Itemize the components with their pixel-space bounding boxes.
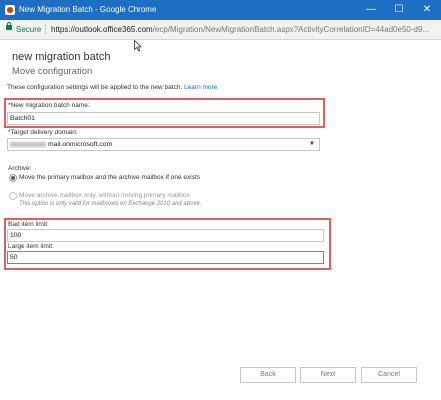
address-bar[interactable]: Secure https://outlook.office365.com/ecp… (0, 20, 441, 40)
archive-label: Archive: (8, 165, 32, 172)
browser-page-icon (5, 5, 15, 15)
url-path: /ecp/Migration/NewMigrationBatch.aspx?Ac… (152, 25, 430, 34)
learn-more-link[interactable]: Learn more (184, 84, 217, 91)
url-host: https://outlook.office365.com (51, 25, 153, 34)
archive-option-1-label[interactable]: Move the primary mailbox and the archive… (19, 173, 200, 182)
back-button[interactable]: Back (240, 367, 296, 383)
archive-option-1-radio[interactable] (9, 174, 17, 182)
page-title: new migration batch (12, 51, 111, 63)
archive-option-2-radio[interactable] (9, 192, 17, 200)
address-separator (45, 24, 46, 35)
window-title: New Migration Batch - Google Chrome (19, 5, 157, 14)
cancel-button[interactable]: Cancel (361, 367, 417, 383)
archive-option-2-note: This option is only valid for mailboxes … (19, 201, 202, 207)
maximize-button[interactable]: ☐ (385, 0, 413, 20)
archive-option-2-label[interactable]: Move archive mailbox only, without movin… (19, 191, 190, 200)
intro-sentence: These configuration settings will be app… (7, 84, 183, 91)
redacted-domain-prefix (10, 142, 46, 147)
delivery-domain-label: *Target delivery domain: (8, 129, 78, 136)
dropdown-arrow-icon: ▼ (309, 141, 315, 147)
batch-name-highlight (4, 98, 325, 128)
close-button[interactable]: ✕ (413, 0, 441, 20)
item-limits-highlight (4, 218, 331, 270)
lock-icon[interactable] (6, 22, 12, 30)
delivery-domain-dropdown[interactable]: mail.onmicrosoft.com ▼ (7, 138, 320, 151)
window-titlebar: New Migration Batch - Google Chrome — ☐ … (0, 0, 441, 20)
minimize-button[interactable]: — (357, 0, 385, 20)
url-text[interactable]: https://outlook.office365.com/ecp/Migrat… (51, 24, 439, 35)
next-button[interactable]: Next (300, 367, 356, 383)
delivery-domain-value: mail.onmicrosoft.com (48, 141, 113, 148)
mouse-pointer-icon (134, 40, 142, 52)
page-subtitle: Move configuration (12, 66, 93, 77)
secure-label[interactable]: Secure (16, 24, 41, 35)
intro-text: These configuration settings will be app… (7, 83, 217, 92)
